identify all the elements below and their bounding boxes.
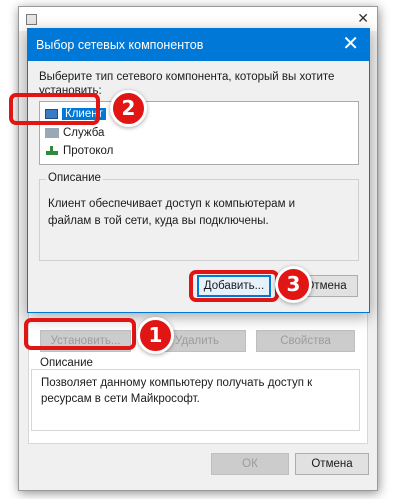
list-item-protocol[interactable]: Протокол bbox=[45, 143, 113, 159]
dialog-title: Выбор сетевых компонентов bbox=[36, 38, 204, 52]
ok-button[interactable]: ОК bbox=[211, 453, 289, 475]
properties-button[interactable]: Свойства bbox=[256, 330, 355, 352]
list-item-label: Служба bbox=[63, 127, 105, 139]
highlight-client bbox=[9, 93, 100, 125]
parent-description-text: Позволяет данному компьютеру получать до… bbox=[41, 377, 313, 405]
close-icon[interactable]: ✕ bbox=[342, 33, 359, 55]
step-badge-1: 1 bbox=[137, 317, 174, 354]
list-item-label: Протокол bbox=[63, 145, 114, 157]
description-legend: Описание bbox=[46, 172, 103, 184]
dialog-title-bar: Выбор сетевых компонентов ✕ bbox=[28, 29, 369, 61]
list-item-service[interactable]: Служба bbox=[45, 125, 104, 141]
step-badge-3: 3 bbox=[275, 266, 312, 303]
window-icon bbox=[26, 14, 37, 25]
highlight-add bbox=[189, 270, 279, 302]
parent-description-label: Описание bbox=[40, 357, 93, 369]
description-group: Описание Клиент обеспечивает доступ к ко… bbox=[39, 172, 359, 261]
protocol-icon bbox=[45, 145, 59, 156]
step-badge-2: 2 bbox=[110, 90, 147, 127]
service-icon bbox=[45, 127, 59, 138]
parent-close-icon[interactable]: ✕ bbox=[357, 10, 369, 27]
highlight-install bbox=[24, 318, 136, 350]
description-text: Клиент обеспечивает доступ к компьютерам… bbox=[48, 198, 296, 227]
parent-cancel-button[interactable]: Отмена bbox=[295, 453, 369, 475]
